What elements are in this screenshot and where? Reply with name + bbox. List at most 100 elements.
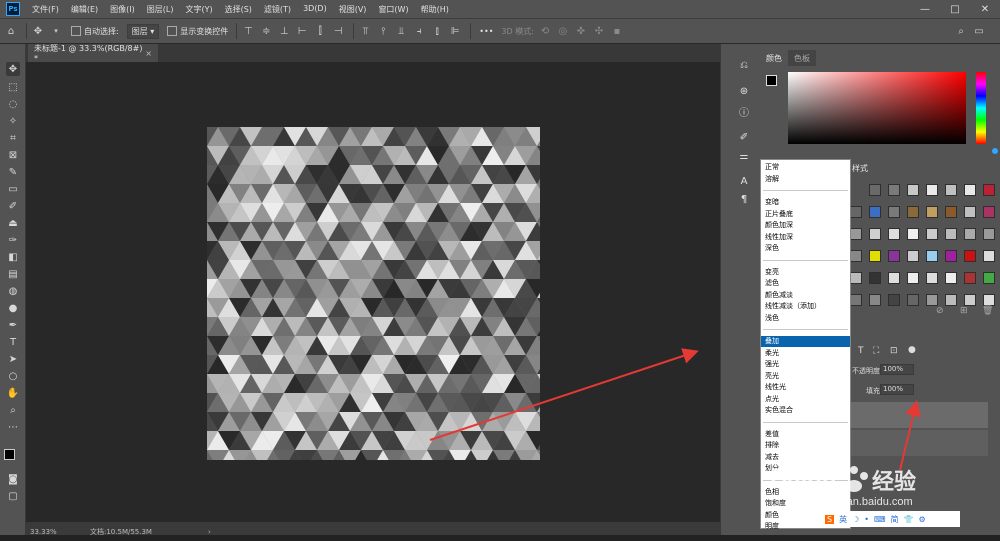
brush-tool-icon[interactable]: ✐ — [6, 199, 20, 213]
style-swatch[interactable] — [926, 206, 938, 218]
ime-item[interactable]: • — [864, 515, 869, 524]
style-swatch[interactable] — [888, 272, 900, 284]
move-tool-icon[interactable]: ✥ — [31, 24, 45, 38]
roll-3d-icon[interactable]: ◎ — [556, 24, 570, 38]
paragraph-icon[interactable]: ¶ — [737, 192, 751, 206]
style-swatch[interactable] — [945, 184, 957, 196]
show-transform-checkbox[interactable]: 显示变换控件 — [167, 26, 228, 37]
hue-slider-handle[interactable] — [992, 148, 998, 154]
ime-item[interactable]: ⚙ — [918, 515, 925, 524]
gradient-tool-icon[interactable]: ▤ — [6, 267, 20, 281]
path-selection-icon[interactable]: ➤ — [6, 352, 20, 366]
style-swatch[interactable] — [926, 184, 938, 196]
blend-mode-option[interactable]: 差值 — [761, 429, 850, 440]
blend-mode-option[interactable]: 正常 — [761, 162, 850, 173]
distribute-hcenter-icon[interactable]: ⫾ — [430, 24, 444, 38]
style-swatch[interactable] — [964, 184, 976, 196]
blend-mode-option[interactable]: 变暗 — [761, 197, 850, 208]
blend-mode-option[interactable]: 线性光 — [761, 382, 850, 393]
properties-icon[interactable]: ⚌ — [737, 149, 751, 163]
clone-stamp-icon[interactable]: ⏏ — [6, 216, 20, 230]
new-style-icon[interactable]: ⊞ — [960, 306, 968, 316]
style-swatch[interactable] — [907, 272, 919, 284]
tab-swatches[interactable]: 色板 — [788, 50, 816, 66]
healing-brush-icon[interactable]: ▭ — [6, 182, 20, 196]
style-swatch[interactable] — [850, 250, 862, 262]
menu-item[interactable]: 选择(S) — [219, 4, 258, 15]
style-swatch[interactable] — [983, 272, 995, 284]
frame-tool-icon[interactable]: ⊠ — [6, 148, 20, 162]
style-swatch[interactable] — [945, 206, 957, 218]
eyedropper-icon[interactable]: ✎ — [6, 165, 20, 179]
ime-item[interactable]: 简 — [891, 514, 899, 525]
move-tool-icon[interactable]: ✥ — [6, 62, 20, 76]
character-icon[interactable]: A — [737, 174, 751, 188]
orbit-3d-icon[interactable]: ⟲ — [538, 24, 552, 38]
shape-tool-icon[interactable]: ○ — [6, 369, 20, 383]
style-swatch[interactable] — [888, 250, 900, 262]
filter-smart-icon[interactable]: ⊡ — [890, 346, 898, 356]
style-swatch[interactable] — [869, 250, 881, 262]
hand-tool-icon[interactable]: ✋ — [6, 386, 20, 400]
panel-foreground-color[interactable] — [766, 75, 777, 86]
style-swatch[interactable] — [983, 184, 995, 196]
menu-item[interactable]: 窗口(W) — [372, 4, 414, 15]
style-swatch[interactable] — [850, 294, 862, 306]
style-swatch[interactable] — [907, 206, 919, 218]
align-top-icon[interactable]: ⊤ — [241, 24, 255, 38]
style-swatch[interactable] — [850, 228, 862, 240]
distribute-vcenter-icon[interactable]: ⫯ — [376, 24, 390, 38]
blend-mode-option[interactable]: 亮光 — [761, 371, 850, 382]
style-swatch[interactable] — [945, 250, 957, 262]
align-left-icon[interactable]: ⊢ — [295, 24, 309, 38]
blend-mode-option[interactable]: 点光 — [761, 394, 850, 405]
align-bottom-icon[interactable]: ⊥ — [277, 24, 291, 38]
menu-item[interactable]: 图像(I) — [104, 4, 141, 15]
style-swatch[interactable] — [869, 228, 881, 240]
ime-item[interactable]: 👕 — [904, 515, 914, 524]
menu-item[interactable]: 文件(F) — [26, 4, 65, 15]
close-tab-icon[interactable]: × — [145, 49, 152, 58]
style-swatch[interactable] — [983, 250, 995, 262]
menu-item[interactable]: 滤镜(T) — [258, 4, 297, 15]
distribute-right-icon[interactable]: ⊫ — [448, 24, 462, 38]
slide-3d-icon[interactable]: ✣ — [592, 24, 606, 38]
blend-mode-option[interactable]: 颜色减淡 — [761, 290, 850, 301]
style-swatch[interactable] — [945, 272, 957, 284]
menu-item[interactable]: 文字(Y) — [179, 4, 218, 15]
zoom-tool-icon[interactable]: ⌕ — [6, 403, 20, 417]
workspace-icon[interactable]: ▭ — [972, 24, 986, 38]
style-swatch[interactable] — [926, 272, 938, 284]
style-swatch[interactable] — [888, 206, 900, 218]
style-swatch[interactable] — [983, 228, 995, 240]
ime-item[interactable]: ⌨ — [874, 515, 886, 524]
style-swatch[interactable] — [983, 206, 995, 218]
style-swatch[interactable] — [850, 206, 862, 218]
crop-tool-icon[interactable]: ⌗ — [6, 131, 20, 145]
distribute-bottom-icon[interactable]: ⫫ — [394, 24, 408, 38]
checkbox-box[interactable] — [71, 26, 81, 36]
type-tool-icon[interactable]: T — [6, 335, 20, 349]
brush-settings-icon[interactable]: ✐ — [737, 130, 751, 144]
quick-mask-icon[interactable]: ◙ — [6, 472, 20, 486]
tab-color[interactable]: 颜色 — [760, 50, 788, 66]
eraser-tool-icon[interactable]: ◧ — [6, 250, 20, 264]
style-swatch[interactable] — [869, 272, 881, 284]
blend-mode-option[interactable]: 浅色 — [761, 313, 850, 324]
filter-text-icon[interactable]: T — [858, 346, 864, 356]
align-hcenter-icon[interactable]: ⫿ — [313, 24, 327, 38]
style-swatch[interactable] — [964, 294, 976, 306]
align-vcenter-icon[interactable]: ≑ — [259, 24, 273, 38]
style-swatch[interactable] — [926, 294, 938, 306]
style-swatch[interactable] — [964, 206, 976, 218]
history-icon[interactable]: ⎌ — [737, 58, 751, 72]
scale-3d-icon[interactable]: ▪ — [610, 24, 624, 38]
maximize-button[interactable]: □ — [940, 0, 970, 18]
info-icon[interactable]: ⓘ — [737, 104, 751, 119]
style-swatch[interactable] — [945, 294, 957, 306]
more-options-button[interactable]: ••• — [479, 27, 493, 36]
ime-item[interactable]: 英 — [839, 514, 847, 525]
style-swatch[interactable] — [869, 184, 881, 196]
delete-style-icon[interactable]: ⊘ — [936, 306, 944, 316]
opacity-input[interactable]: 100% — [880, 364, 914, 375]
